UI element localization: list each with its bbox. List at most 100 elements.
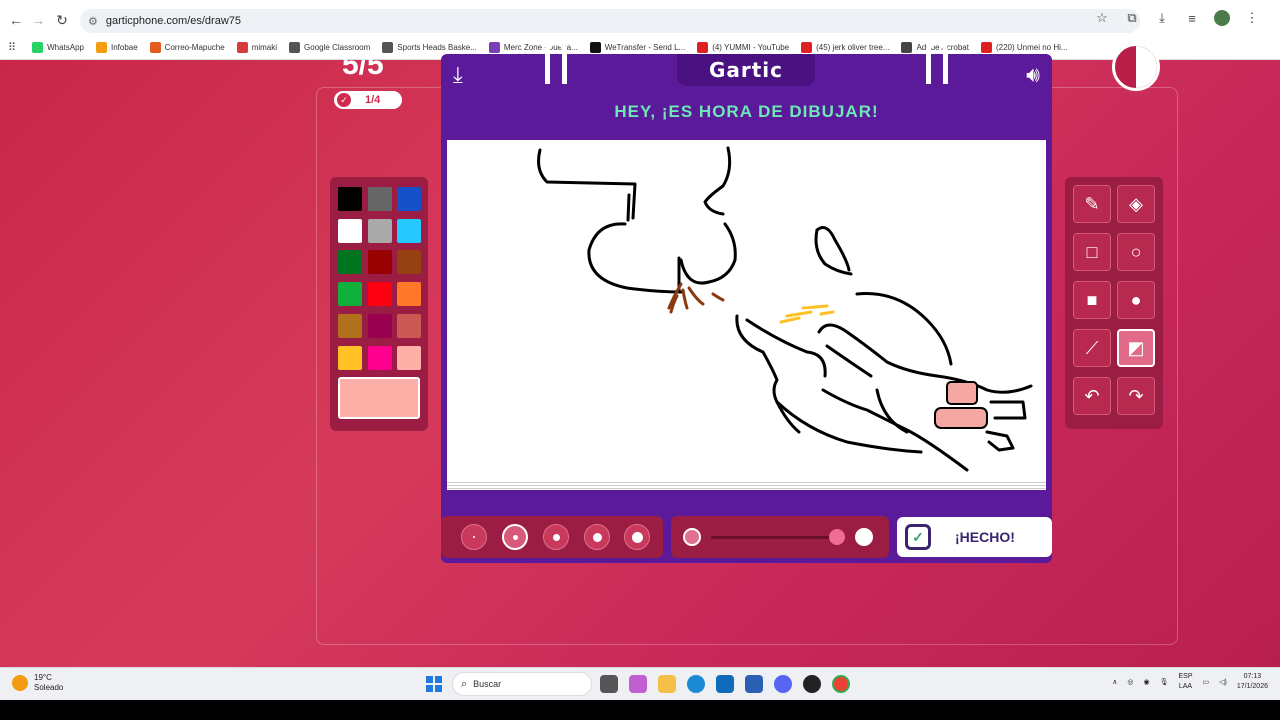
- opacity-handle[interactable]: [829, 529, 845, 545]
- lang-bottom: LAA: [1178, 683, 1193, 690]
- eraser-icon[interactable]: ◈: [1117, 185, 1155, 223]
- tray-app-icon[interactable]: ◎: [1127, 678, 1133, 686]
- screen-bottom-bar: [0, 700, 1280, 720]
- apps-icon[interactable]: ⠿: [8, 41, 16, 54]
- color-swatch[interactable]: [397, 187, 421, 211]
- download-drawing-icon[interactable]: ⤓: [453, 62, 463, 88]
- brush-size-1[interactable]: [461, 524, 487, 550]
- bookmark-star-icon[interactable]: ☆: [1094, 10, 1110, 26]
- tool-panel: ✎ ◈ □ ○ ■ ● ⟋ ◩ ↶ ↷: [1065, 177, 1163, 429]
- drawing-strokes: [537, 146, 1033, 472]
- color-swatch[interactable]: [338, 250, 362, 275]
- color-swatch[interactable]: [338, 282, 362, 307]
- discord-icon[interactable]: [774, 675, 792, 693]
- forward-icon[interactable]: →: [26, 8, 50, 32]
- color-swatch[interactable]: [338, 218, 362, 243]
- extensions-icon[interactable]: ⧉: [1124, 10, 1140, 26]
- opacity-slider[interactable]: [671, 516, 889, 558]
- check-icon: ✓: [905, 524, 931, 550]
- color-swatch[interactable]: [397, 345, 421, 370]
- color-swatch[interactable]: [367, 282, 392, 307]
- binder-ring: [545, 40, 567, 84]
- color-swatch[interactable]: [338, 345, 362, 370]
- bookmark-item[interactable]: Sports Heads Baske...: [382, 42, 477, 53]
- avatar[interactable]: [1214, 10, 1230, 26]
- filled-ellipse-icon[interactable]: ●: [1117, 281, 1155, 319]
- brush-size-3[interactable]: [543, 524, 569, 550]
- bookmark-item[interactable]: (4) YUMMI - YouTube: [697, 42, 789, 53]
- menu-icon[interactable]: ⋮: [1244, 10, 1260, 26]
- language-indicator[interactable]: ESP LAA: [1178, 672, 1192, 692]
- start-icon[interactable]: [426, 676, 442, 692]
- store-icon[interactable]: [745, 675, 763, 693]
- reload-icon[interactable]: ↻: [50, 8, 74, 32]
- edge-icon[interactable]: [687, 675, 705, 693]
- pencil-icon[interactable]: ✎: [1073, 185, 1111, 223]
- sun-icon: [12, 675, 28, 691]
- color-swatch[interactable]: [367, 250, 392, 275]
- download-icon[interactable]: ⤓: [1154, 10, 1170, 26]
- bookmark-favicon-icon: [289, 42, 301, 53]
- tray-app-icon[interactable]: ◉: [1143, 678, 1149, 686]
- taskbar-search[interactable]: ⌕ Buscar: [452, 672, 592, 696]
- color-swatch[interactable]: [397, 218, 421, 243]
- back-icon[interactable]: ←: [4, 8, 28, 32]
- color-swatch[interactable]: [397, 282, 421, 307]
- bookmark-item[interactable]: WeTransfer - Send L...: [589, 42, 686, 53]
- bookmark-label: Infobae: [110, 43, 138, 52]
- color-swatch[interactable]: [367, 345, 392, 370]
- bookmark-favicon-icon: [901, 42, 913, 53]
- chrome-icon[interactable]: [832, 675, 850, 693]
- sound-icon[interactable]: 🔊︎: [1026, 62, 1040, 88]
- players-done-count: 1/4: [365, 94, 381, 106]
- network-icon[interactable]: ▭: [1203, 678, 1210, 686]
- bookmark-item[interactable]: mimaki: [236, 42, 277, 53]
- copilot-icon[interactable]: [629, 675, 647, 693]
- color-swatch[interactable]: [367, 218, 392, 243]
- notebook-pages: [447, 480, 1046, 490]
- fill-bucket-icon[interactable]: ◩: [1117, 329, 1155, 367]
- line-icon[interactable]: ⟋: [1073, 329, 1111, 367]
- drawing-canvas[interactable]: [447, 140, 1046, 480]
- rectangle-icon[interactable]: □: [1073, 233, 1111, 271]
- bookmark-item[interactable]: Correo-Mapuche: [149, 42, 225, 53]
- weather-widget[interactable]: 19°C Soleado: [12, 673, 63, 693]
- filled-rectangle-icon[interactable]: ■: [1073, 281, 1111, 319]
- board-header: ⤓ Gartic 🔊︎ HEY, ¡ES HORA DE DIBUJAR!: [441, 40, 1052, 136]
- mic-icon[interactable]: 🎙︎: [1160, 678, 1169, 686]
- color-swatch[interactable]: [338, 313, 362, 338]
- color-swatch[interactable]: [367, 187, 392, 211]
- brush-size-2[interactable]: [502, 524, 528, 550]
- brush-size-4[interactable]: [584, 524, 610, 550]
- bookmark-item[interactable]: (45) jerk oliver tree...: [801, 42, 889, 53]
- chevron-up-icon[interactable]: ∧: [1112, 678, 1117, 686]
- bookmark-favicon-icon: [488, 42, 500, 53]
- volume-icon[interactable]: ◁): [1219, 678, 1227, 686]
- task-view-icon[interactable]: [600, 675, 618, 693]
- done-button[interactable]: ✓ ¡HECHO!: [897, 517, 1052, 557]
- bookmark-label: WeTransfer - Send L...: [604, 43, 686, 52]
- bookmark-item[interactable]: Infobae: [95, 42, 138, 53]
- color-swatch[interactable]: [397, 313, 421, 338]
- address-bar[interactable]: ⚙ garticphone.com/es/draw75: [80, 9, 1140, 33]
- outlook-icon[interactable]: [716, 675, 734, 693]
- redo-icon[interactable]: ↷: [1117, 377, 1155, 415]
- undo-icon[interactable]: ↶: [1073, 377, 1111, 415]
- color-swatch[interactable]: [397, 250, 421, 275]
- bookmark-favicon-icon: [980, 42, 992, 53]
- taskbar-clock[interactable]: 07:13 17/1/2026: [1237, 672, 1268, 692]
- color-swatch[interactable]: [338, 187, 362, 211]
- brush-size-5[interactable]: [624, 524, 650, 550]
- bookmark-favicon-icon: [589, 42, 601, 53]
- app-icon[interactable]: [803, 675, 821, 693]
- file-explorer-icon[interactable]: [658, 675, 676, 693]
- bookmark-item[interactable]: (220) Unmei no Hi...: [980, 42, 1068, 53]
- color-swatch[interactable]: [367, 313, 392, 338]
- opacity-track[interactable]: [711, 536, 841, 539]
- weather-desc: Soleado: [34, 683, 64, 692]
- media-icon[interactable]: ≡: [1184, 11, 1200, 26]
- bookmark-favicon-icon: [32, 42, 44, 53]
- ellipse-icon[interactable]: ○: [1117, 233, 1155, 271]
- site-info-icon[interactable]: ⚙: [88, 15, 98, 28]
- bookmark-item[interactable]: WhatsApp: [32, 42, 84, 53]
